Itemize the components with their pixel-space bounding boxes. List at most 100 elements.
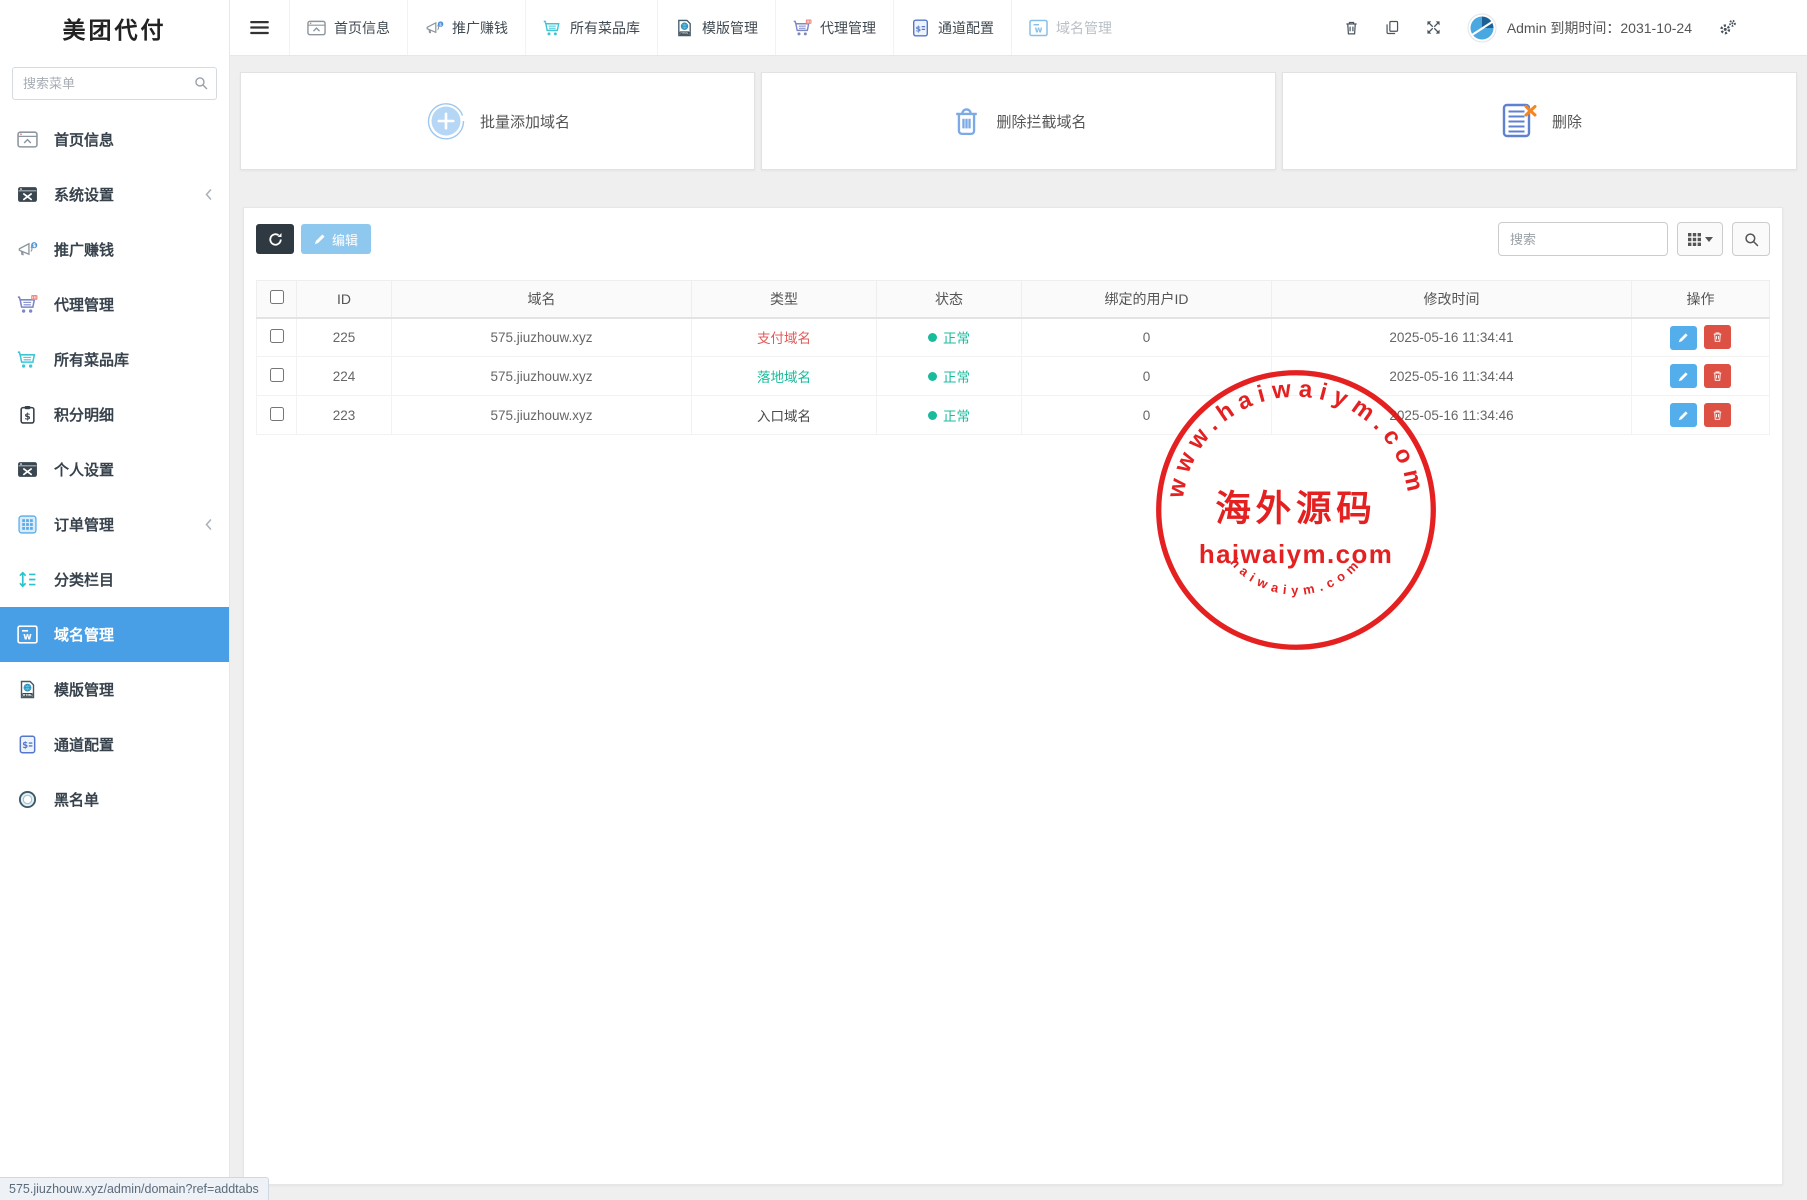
sidebar-item-home-info[interactable]: 首页信息	[0, 112, 229, 167]
tab-channels[interactable]: 通道配置	[893, 0, 1011, 55]
trash-button[interactable]	[1344, 20, 1359, 36]
search-icon	[1744, 232, 1759, 247]
col-header-status: 状态	[877, 281, 1022, 318]
delete-card[interactable]: 删除	[1282, 72, 1797, 170]
sidebar-item-label: 黑名单	[54, 789, 99, 810]
profile-settings-icon	[17, 460, 38, 479]
sidebar-menu: 首页信息 系统设置 推广赚钱 代理管理 所有菜品库 积分明细 个人设置	[0, 112, 229, 827]
tab-dishes[interactable]: 所有菜品库	[525, 0, 657, 55]
trash-icon	[1712, 409, 1723, 421]
settings-button[interactable]	[1718, 19, 1737, 36]
card-label: 删除拦截域名	[996, 111, 1086, 132]
sidebar-item-profile[interactable]: 个人设置	[0, 442, 229, 497]
table-row: 223 575.jiuzhouw.xyz 入口域名 正常 0 2025-05-1…	[257, 396, 1770, 435]
sidebar-search	[12, 67, 217, 100]
pencil-icon	[1678, 332, 1689, 343]
points-clipboard-icon	[17, 405, 38, 424]
status-bar-link-preview: 575.jiuzhouw.xyz/admin/domain?ref=addtab…	[0, 1177, 269, 1200]
trash-icon	[1344, 20, 1359, 36]
sidebar-search-input[interactable]	[12, 67, 217, 100]
agent-cart-icon	[793, 19, 812, 37]
sidebar-item-label: 域名管理	[54, 624, 114, 645]
table-toolbar: 编辑	[256, 222, 1770, 256]
sidebar-item-promotion[interactable]: 推广赚钱	[0, 222, 229, 277]
cell-bound-user-id: 0	[1022, 357, 1272, 396]
row-delete-button[interactable]	[1704, 364, 1731, 388]
cell-modified-at: 2025-05-16 11:34:46	[1272, 396, 1632, 435]
table-search-input[interactable]	[1498, 222, 1668, 256]
user-expiry-label: Admin 到期时间：2031-10-24	[1507, 18, 1692, 38]
row-delete-button[interactable]	[1704, 403, 1731, 427]
status-bar-url: 575.jiuzhouw.xyz/admin/domain?ref=addtab…	[9, 1182, 259, 1196]
edit-button-label: 编辑	[332, 230, 358, 249]
channel-config-icon	[911, 19, 930, 37]
sidebar-item-domains[interactable]: 域名管理	[0, 607, 229, 662]
sidebar-item-channels[interactable]: 通道配置	[0, 717, 229, 772]
batch-add-domain-card[interactable]: 批量添加域名	[240, 72, 755, 170]
row-checkbox[interactable]	[270, 329, 284, 343]
select-all-checkbox[interactable]	[270, 290, 284, 304]
columns-toggle-button[interactable]	[1677, 222, 1723, 256]
sidebar-item-orders[interactable]: 订单管理	[0, 497, 229, 552]
refresh-icon	[268, 232, 283, 247]
megaphone-icon	[17, 240, 38, 259]
col-header-bound-user-id: 绑定的用户ID	[1022, 281, 1272, 318]
fullscreen-icon	[1426, 20, 1441, 35]
row-edit-button[interactable]	[1670, 326, 1697, 350]
table-search-button[interactable]	[1732, 222, 1770, 256]
card-label: 批量添加域名	[480, 111, 570, 132]
sidebar-item-dishes[interactable]: 所有菜品库	[0, 332, 229, 387]
row-edit-button[interactable]	[1670, 364, 1697, 388]
sidebar-item-templates[interactable]: 模版管理	[0, 662, 229, 717]
sidebar-item-agents[interactable]: 代理管理	[0, 277, 229, 332]
tab-agents[interactable]: 代理管理	[775, 0, 893, 55]
sidebar-item-label: 模版管理	[54, 679, 114, 700]
cell-actions	[1632, 318, 1770, 357]
tab-label: 首页信息	[334, 18, 390, 38]
cell-actions	[1632, 396, 1770, 435]
row-edit-button[interactable]	[1670, 403, 1697, 427]
edit-button[interactable]: 编辑	[301, 224, 371, 254]
sidebar-item-label: 所有菜品库	[54, 349, 129, 370]
refresh-button[interactable]	[256, 224, 294, 254]
tab-templates[interactable]: 模版管理	[657, 0, 775, 55]
hamburger-icon	[250, 20, 269, 35]
document-x-icon	[1497, 101, 1539, 141]
user-menu[interactable]: Admin 到期时间：2031-10-24	[1467, 13, 1692, 43]
delete-intercepted-domain-card[interactable]: 删除拦截域名	[761, 72, 1276, 170]
tab-promotion[interactable]: 推广赚钱	[407, 0, 525, 55]
domain-w-icon	[17, 625, 38, 644]
navbar-right-tools: Admin 到期时间：2031-10-24	[1344, 0, 1807, 55]
chevron-left-icon	[205, 189, 212, 200]
tab-label: 推广赚钱	[452, 18, 508, 38]
sidebar-toggle-button[interactable]	[230, 0, 289, 55]
avatar	[1467, 13, 1497, 43]
status-dot-icon	[928, 333, 937, 342]
agent-cart-icon	[17, 295, 38, 314]
status-dot-icon	[928, 411, 937, 420]
sidebar-item-categories[interactable]: 分类栏目	[0, 552, 229, 607]
row-checkbox[interactable]	[270, 407, 284, 421]
cell-domain: 575.jiuzhouw.xyz	[392, 357, 692, 396]
pencil-icon	[1678, 371, 1689, 382]
trash-icon	[950, 105, 983, 138]
col-header-domain: 域名	[392, 281, 692, 318]
status-badge: 正常	[928, 366, 970, 386]
fullscreen-button[interactable]	[1426, 20, 1441, 35]
cell-domain: 575.jiuzhouw.xyz	[392, 396, 692, 435]
category-sort-icon	[17, 570, 38, 589]
sidebar-item-blacklist[interactable]: 黑名单	[0, 772, 229, 827]
row-checkbox[interactable]	[270, 368, 284, 382]
toolbar-right	[1498, 222, 1770, 256]
sidebar-item-label: 分类栏目	[54, 569, 114, 590]
table-header-row: ID 域名 类型 状态 绑定的用户ID 修改时间 操作	[257, 281, 1770, 318]
sidebar-item-system-settings[interactable]: 系统设置	[0, 167, 229, 222]
col-header-type: 类型	[692, 281, 877, 318]
row-delete-button[interactable]	[1704, 325, 1731, 349]
tab-home-info[interactable]: 首页信息	[289, 0, 407, 55]
sidebar-item-points[interactable]: 积分明细	[0, 387, 229, 442]
tab-domains[interactable]: 域名管理	[1011, 0, 1129, 55]
cell-type: 支付域名	[692, 318, 877, 357]
copy-button[interactable]	[1385, 20, 1400, 35]
cell-id: 223	[297, 396, 392, 435]
